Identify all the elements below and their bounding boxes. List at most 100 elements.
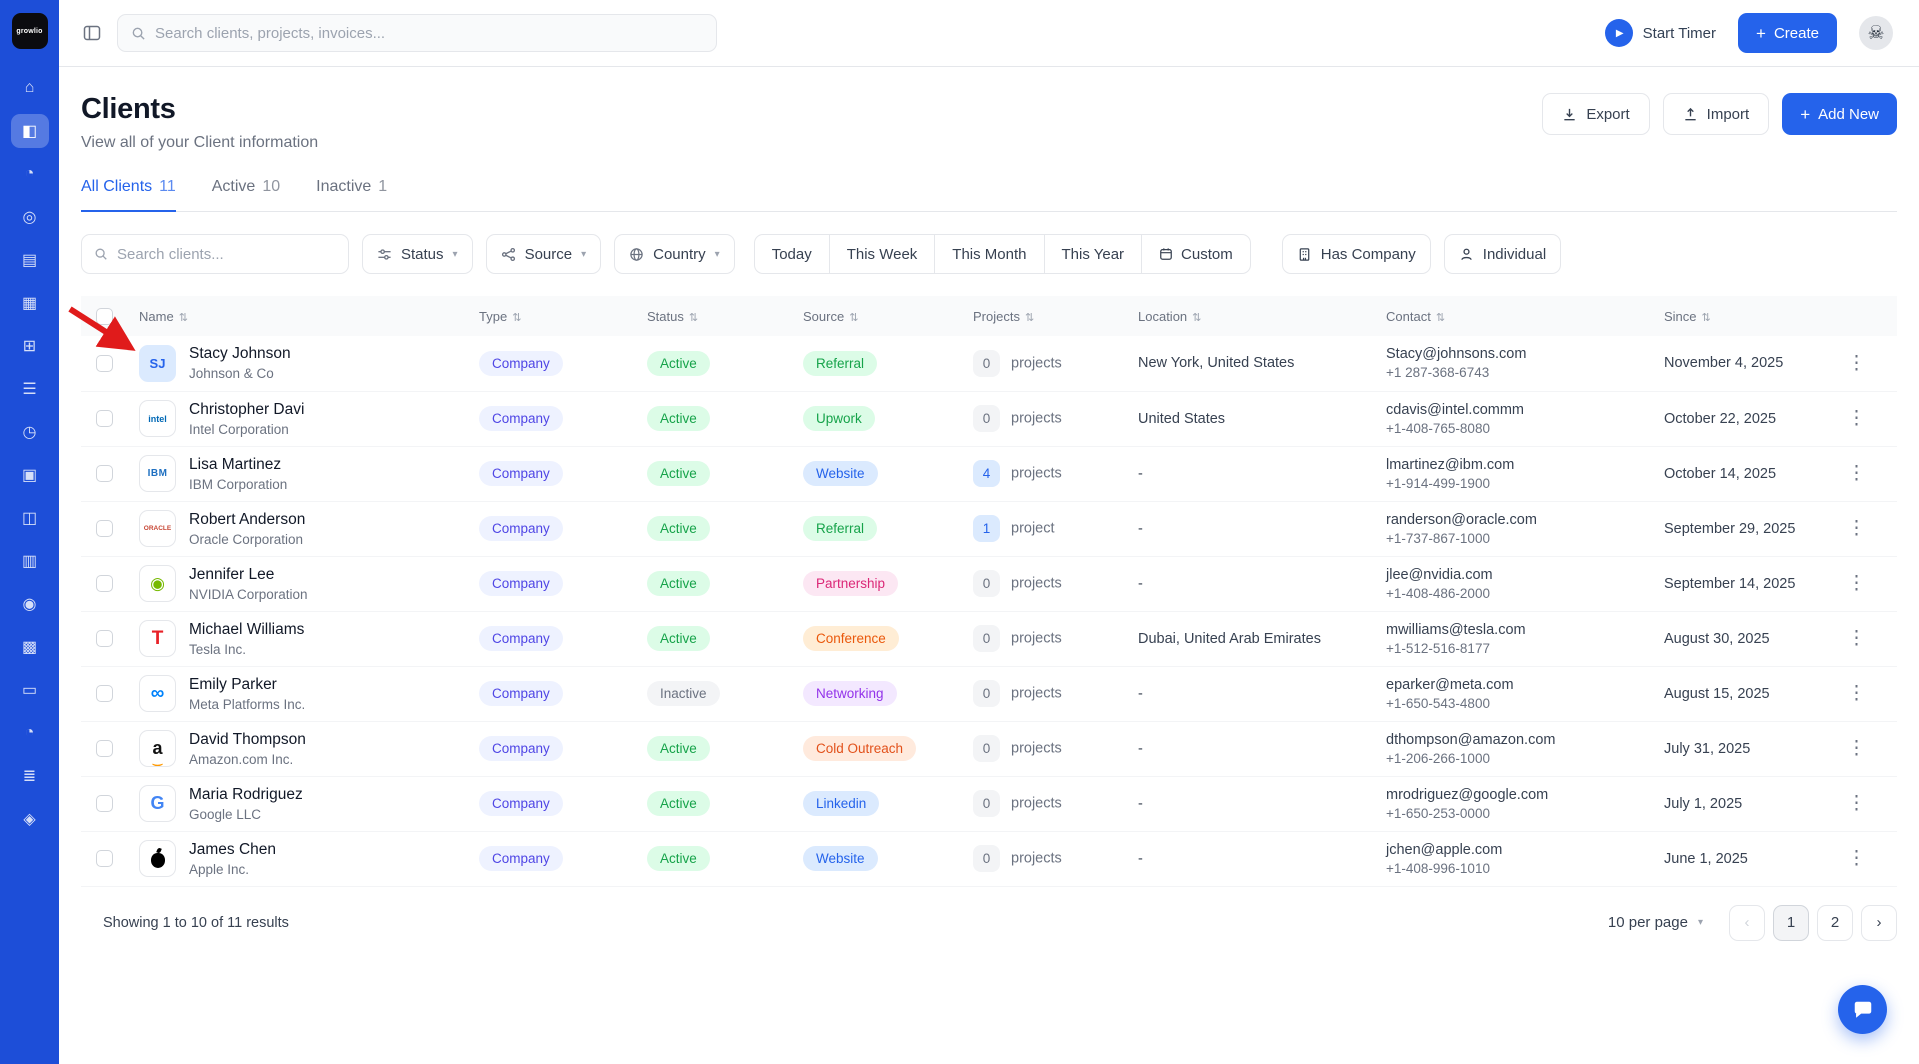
source-filter[interactable]: Source ▾ [485, 234, 602, 274]
row-menu-button[interactable]: ⋮ [1839, 623, 1874, 654]
column-name[interactable]: Name ⇅ [127, 296, 467, 336]
sidebar-item-inventory[interactable]: ▣ [11, 458, 49, 492]
chevron-down-icon: ▾ [581, 248, 587, 260]
filter-custom[interactable]: Custom [1141, 235, 1250, 273]
sidebar-item-products[interactable]: ⊞ [11, 329, 49, 363]
global-search [117, 14, 717, 52]
country-filter[interactable]: Country ▾ [614, 234, 735, 274]
main-area: ▶ Start Timer + Create ☠ Clients View al… [59, 0, 1919, 1064]
individual-filter[interactable]: Individual [1443, 234, 1562, 274]
tab-active[interactable]: Active 10 [212, 178, 280, 212]
sidebar-item-reports[interactable]: ≣ [11, 759, 49, 793]
client-phone: +1-408-486-2000 [1386, 585, 1490, 601]
column-contact[interactable]: Contact ⇅ [1374, 296, 1652, 336]
plus-icon: + [1800, 104, 1811, 124]
sidebar-item-store[interactable]: ◫ [11, 501, 49, 535]
start-timer-button[interactable]: ▶ Start Timer [1604, 19, 1717, 47]
sidebar-toggle-button[interactable] [83, 24, 101, 42]
row-menu-button[interactable]: ⋮ [1839, 733, 1874, 764]
sidebar-item-clients[interactable]: ◧ [10, 114, 49, 148]
sidebar-item-team[interactable]: ◈ [11, 802, 49, 836]
sidebar-item-billing[interactable]: ▥ [11, 544, 49, 578]
sidebar-item-time[interactable]: ◷ [11, 415, 49, 449]
client-company: Intel Corporation [189, 421, 289, 437]
row-menu-button[interactable]: ⋮ [1839, 513, 1874, 544]
sidebar-item-cards[interactable]: ▭ [11, 673, 49, 707]
projects-label: projects [1011, 355, 1062, 372]
per-page-select[interactable]: 10 per page ▾ [1608, 914, 1703, 931]
projects-label: projects [1011, 685, 1062, 702]
add-new-button[interactable]: + Add New [1782, 93, 1897, 135]
sidebar-item-tasks[interactable]: ☰ [11, 372, 49, 406]
sidebar-item-payments[interactable]: ◎ [11, 200, 49, 234]
sidebar-item-contacts[interactable]: ◔ [11, 157, 49, 191]
row-menu-button[interactable]: ⋮ [1839, 788, 1874, 819]
client-location: United States [1126, 391, 1374, 447]
filter-this-month[interactable]: This Month [934, 235, 1043, 273]
filter-this-year[interactable]: This Year [1043, 235, 1142, 273]
user-avatar[interactable]: ☠ [1859, 16, 1893, 50]
global-search-input[interactable] [155, 24, 703, 42]
chat-support-button[interactable] [1838, 985, 1887, 1034]
column-source[interactable]: Source ⇅ [791, 296, 961, 336]
page-header: Clients View all of your Client informat… [81, 93, 1897, 152]
row-menu-button[interactable]: ⋮ [1839, 678, 1874, 709]
row-menu-button[interactable]: ⋮ [1839, 843, 1874, 874]
select-all-checkbox[interactable] [95, 307, 113, 325]
sidebar-item-history[interactable]: ◔ [11, 716, 49, 750]
row-checkbox[interactable] [95, 464, 113, 482]
row-checkbox[interactable] [95, 629, 113, 647]
column-actions [1827, 296, 1897, 336]
column-status[interactable]: Status ⇅ [635, 296, 791, 336]
row-menu-button[interactable]: ⋮ [1839, 403, 1874, 434]
sidebar-item-home[interactable]: ⌂ [11, 71, 49, 105]
status-filter[interactable]: Status ▾ [362, 234, 473, 274]
has-company-filter[interactable]: Has Company [1281, 234, 1431, 274]
row-menu-button[interactable]: ⋮ [1839, 348, 1874, 379]
page-1-button[interactable]: 1 [1773, 904, 1809, 941]
client-avatar: T [139, 620, 176, 657]
export-button[interactable]: Export [1542, 93, 1650, 135]
projects-count: 0 [973, 845, 1000, 872]
client-location: Dubai, United Arab Emirates [1126, 611, 1374, 667]
building-icon [1299, 247, 1310, 261]
create-button[interactable]: + Create [1738, 13, 1837, 53]
prev-page-button[interactable]: ‹ [1729, 904, 1765, 941]
filter-today[interactable]: Today [755, 235, 829, 273]
start-timer-label: Start Timer [1642, 24, 1717, 42]
client-avatar: ◉ [139, 565, 176, 602]
sidebar-item-finance[interactable]: ◉ [11, 587, 49, 621]
filter-this-week[interactable]: This Week [828, 235, 935, 273]
client-search-input[interactable] [117, 245, 336, 263]
column-projects[interactable]: Projects ⇅ [961, 296, 1126, 336]
page-2-button[interactable]: 2 [1817, 904, 1853, 941]
row-checkbox[interactable] [95, 739, 113, 757]
row-menu-button[interactable]: ⋮ [1839, 568, 1874, 599]
sidebar-item-projects[interactable]: ▤ [11, 243, 49, 277]
row-menu-button[interactable]: ⋮ [1839, 458, 1874, 489]
tab-inactive[interactable]: Inactive 1 [316, 178, 387, 212]
row-checkbox[interactable] [95, 684, 113, 702]
column-location[interactable]: Location ⇅ [1126, 296, 1374, 336]
row-checkbox[interactable] [95, 519, 113, 537]
sidebar-item-layers[interactable]: ▦ [11, 286, 49, 320]
row-checkbox[interactable] [95, 409, 113, 427]
row-checkbox[interactable] [95, 849, 113, 867]
column-since[interactable]: Since ⇅ [1652, 296, 1827, 336]
row-checkbox[interactable] [95, 574, 113, 592]
client-name: Maria Rodriguez [189, 785, 303, 803]
table-row: ORACLE Robert Anderson Oracle Corporatio… [81, 501, 1897, 557]
sort-icon: ⇅ [1024, 311, 1035, 324]
row-checkbox[interactable] [95, 354, 113, 372]
next-page-button[interactable]: › [1861, 904, 1897, 941]
sidebar-item-modules[interactable]: ▩ [11, 630, 49, 664]
tab-all-clients[interactable]: All Clients 11 [81, 178, 176, 212]
chevron-down-icon: ▾ [714, 248, 720, 260]
chevron-down-icon: ▾ [1697, 917, 1703, 928]
client-avatar: ORACLE [139, 510, 176, 547]
row-checkbox[interactable] [95, 794, 113, 812]
import-button[interactable]: Import [1662, 93, 1770, 135]
column-type[interactable]: Type ⇅ [467, 296, 635, 336]
source-badge: Website [803, 461, 878, 486]
sort-icon: ⇅ [1192, 311, 1202, 324]
